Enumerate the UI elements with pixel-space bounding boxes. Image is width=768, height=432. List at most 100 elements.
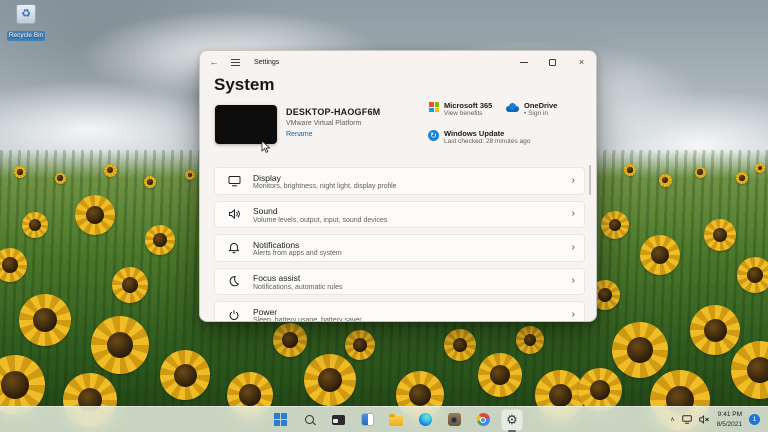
row-focus-assist[interactable]: Focus assist Notifications, automatic ru… [214, 267, 585, 295]
caption-buttons: × [509, 51, 596, 73]
clock[interactable]: 9:41 PM 8/5/2021 [717, 410, 742, 429]
back-button[interactable]: ← [205, 54, 223, 70]
device-model: VMware Virtual Platform [286, 120, 362, 127]
row-notifications[interactable]: Notifications Alerts from apps and syste… [214, 234, 585, 262]
sunflower [19, 294, 71, 346]
rename-link[interactable]: Rename [286, 131, 312, 138]
chevron-right-icon: › [571, 208, 575, 220]
edge-icon [418, 413, 432, 426]
window-title: Settings [254, 58, 280, 66]
monitor-icon [226, 173, 242, 189]
row-title: Power [253, 306, 278, 317]
device-screen-thumbnail [215, 105, 277, 144]
recycle-bin-label: Recycle Bin [6, 31, 46, 41]
sunflower [54, 172, 66, 184]
tray-overflow-button[interactable]: ∧ [670, 416, 674, 423]
edge-button[interactable] [414, 409, 436, 431]
sunflower [640, 235, 680, 275]
maximize-button[interactable] [538, 51, 567, 73]
onedrive-card[interactable]: OneDrive • Sign in [506, 101, 557, 119]
taskbar-center-icons: ⚙ [245, 407, 523, 432]
sunflower [103, 163, 117, 177]
maximize-icon [549, 58, 556, 66]
sunflower [304, 354, 356, 406]
sunflower [345, 330, 375, 360]
sunflower [601, 211, 629, 239]
microsoft365-title: Microsoft 365 [444, 101, 493, 110]
system-tray: ∧ 9:41 PM 8/5/2021 1 [670, 407, 768, 432]
sunflower [144, 176, 156, 188]
sunflower [624, 164, 636, 176]
task-view-button[interactable] [327, 409, 349, 431]
microsoft365-subtitle: View benefits [444, 110, 483, 118]
sunflower [91, 316, 149, 374]
onedrive-title: OneDrive [524, 101, 558, 110]
network-icon [681, 415, 692, 424]
settings-window: ← Settings × System DESKTOP-HAOGF6M VMwa… [199, 50, 597, 322]
recycle-bin-shortcut[interactable]: ♻ Recycle Bin [4, 4, 48, 42]
row-subtitle: Monitors, brightness, night light, displ… [253, 183, 397, 190]
chevron-right-icon: › [571, 275, 575, 287]
menu-icon[interactable] [231, 58, 240, 66]
row-subtitle: Alerts from apps and system [253, 250, 342, 257]
row-subtitle: Volume levels, output, input, sound devi… [253, 216, 388, 224]
sunflower [736, 172, 748, 184]
speaker-icon [226, 206, 242, 222]
volume-muted-button[interactable] [698, 415, 710, 424]
row-title: Focus assist [253, 273, 301, 283]
row-sound[interactable]: Sound Volume levels, output, input, soun… [214, 200, 585, 228]
chevron-up-icon: ∧ [670, 417, 675, 423]
row-subtitle: Sleep, battery usage, battery saver [253, 317, 362, 322]
sunflower [658, 173, 672, 187]
row-title: Display [253, 172, 281, 183]
widgets-button[interactable] [356, 409, 378, 431]
tray-time: 9:41 PM [717, 411, 742, 419]
page-title: System [214, 75, 275, 94]
onedrive-cloud-icon [506, 103, 519, 112]
start-button[interactable] [269, 409, 291, 431]
sunflower [273, 323, 307, 357]
camera-button[interactable] [443, 409, 465, 431]
search-button[interactable] [298, 409, 320, 431]
scrollbar-thumb[interactable] [588, 165, 591, 195]
onedrive-subtitle: • Sign in [524, 110, 548, 118]
microsoft365-card[interactable]: Microsoft 365 View benefits [429, 101, 492, 119]
close-button[interactable]: × [567, 51, 596, 73]
sunflower [612, 322, 668, 378]
row-title: Sound [253, 206, 278, 216]
sunflower [704, 219, 736, 251]
sunflower [694, 166, 706, 178]
titlebar[interactable]: ← Settings × [200, 51, 596, 73]
network-button[interactable] [681, 415, 692, 424]
desktop: ♻ Recycle Bin ← Settings × System DESKTO… [0, 0, 768, 432]
row-power[interactable]: Power Sleep, battery usage, battery save… [214, 301, 585, 322]
sunflower [14, 166, 26, 178]
gear-icon: ⚙ [506, 412, 518, 427]
sunflower [690, 305, 740, 355]
search-icon [304, 415, 314, 424]
sunflower [516, 326, 544, 354]
sunflower [145, 225, 175, 255]
notification-badge[interactable]: 1 [749, 414, 760, 425]
file-explorer-button[interactable] [385, 409, 407, 431]
device-name: DESKTOP-HAOGF6M [286, 107, 381, 117]
settings-taskbar-button[interactable]: ⚙ [501, 408, 523, 431]
power-icon [226, 307, 242, 321]
windows-logo-icon [273, 413, 287, 426]
row-subtitle: Notifications, automatic rules [253, 283, 343, 291]
task-view-icon [331, 414, 345, 425]
windows-update-icon: ↻ [428, 130, 439, 141]
sunflower [755, 163, 765, 173]
widgets-icon [360, 413, 374, 426]
minimize-button[interactable] [509, 51, 538, 73]
camera-icon [447, 413, 461, 426]
row-display[interactable]: Display Monitors, brightness, night ligh… [214, 167, 585, 195]
chrome-button[interactable] [472, 409, 494, 431]
windows-update-subtitle: Last checked: 28 minutes ago [444, 138, 531, 146]
windows-update-card[interactable]: ↻ Windows Update Last checked: 28 minute… [428, 129, 530, 147]
minimize-icon [519, 61, 528, 63]
sunflower [444, 329, 476, 361]
speaker-mute-icon [698, 415, 709, 424]
tray-date: 8/5/2021 [716, 420, 742, 428]
chevron-right-icon: › [571, 308, 575, 320]
